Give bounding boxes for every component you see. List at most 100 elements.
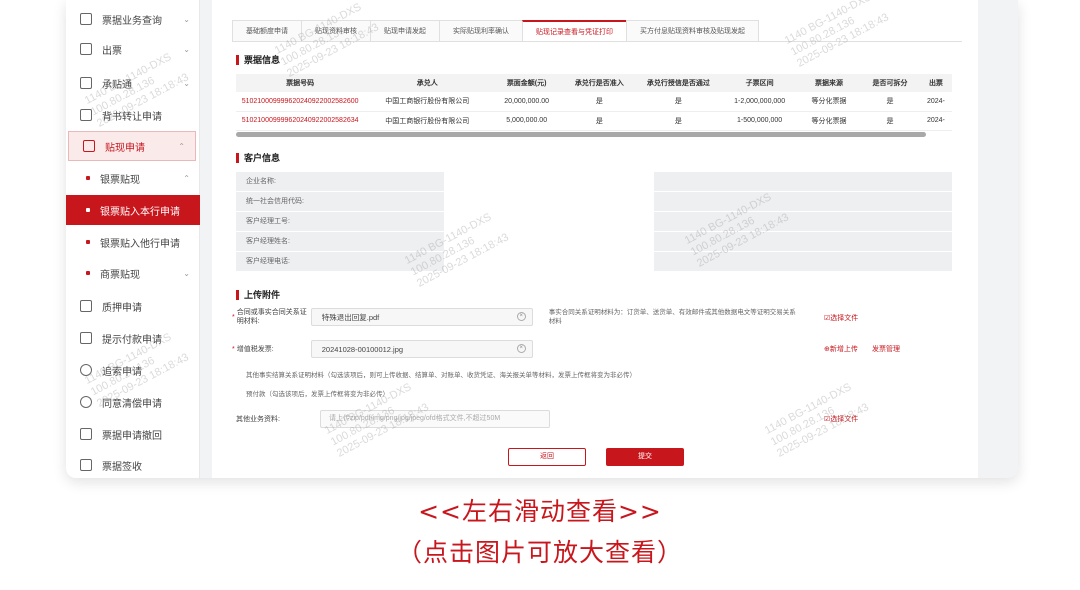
select-file-label: 选择文件 bbox=[830, 416, 859, 423]
sidebar-item-sign[interactable]: 票据签收 bbox=[66, 450, 200, 478]
field-spacer bbox=[654, 232, 952, 251]
table-cell: 中国工商银行股份有限公司 bbox=[364, 111, 491, 131]
sidebar-item-label: 出票 bbox=[102, 45, 122, 57]
contract-file-field[interactable]: 特殊退出回复.pdf × bbox=[310, 308, 533, 326]
sidebar-item-payment-request[interactable]: 提示付款申请 bbox=[66, 323, 200, 353]
sidebar: 票据业务查询 ⌄ 出票 ⌄ 承贴通 ⌄ 背书转让申请 贴现申请 ⌃ 银票贴现 ⌃ 银票贴入… bbox=[66, 0, 200, 478]
manager-phone-value bbox=[444, 252, 654, 271]
sidebar-subitem-bank-bill-discount[interactable]: 银票贴现 ⌃ bbox=[66, 163, 200, 193]
chevron-up-icon: ⌃ bbox=[183, 173, 190, 183]
tab-basic-quota[interactable]: 基础额度申请 bbox=[232, 20, 302, 41]
other-docs-field[interactable]: 请上传zip/pdf/img/png/jpg/jpeg/ofd格式文件,不超过5… bbox=[320, 410, 550, 428]
select-file-label: 选择文件 bbox=[830, 315, 859, 322]
sidebar-item-recourse[interactable]: 追索申请 bbox=[66, 355, 200, 385]
chevron-down-icon: ⌄ bbox=[183, 78, 190, 88]
add-upload-button[interactable]: ⊕新增上传 bbox=[824, 344, 858, 354]
table-header-row: 票据号码 承兑人 票面金额(元) 承兑行是否准入 承兑行授信是否通过 子票区间 … bbox=[236, 74, 952, 92]
manager-id-label: 客户经理工号: bbox=[236, 212, 444, 231]
sidebar-item-label: 提示付款申请 bbox=[102, 334, 162, 346]
bill-table: 票据号码 承兑人 票面金额(元) 承兑行是否准入 承兑行授信是否通过 子票区间 … bbox=[236, 74, 952, 131]
required-mark: * bbox=[232, 345, 235, 353]
payment-icon bbox=[80, 332, 92, 344]
attachments-title: 上传附件 bbox=[236, 290, 280, 300]
required-mark: * bbox=[232, 313, 235, 321]
add-upload-label: 新增上传 bbox=[829, 346, 858, 353]
manager-name-label: 客户经理姓名: bbox=[236, 232, 444, 251]
field-spacer bbox=[654, 252, 952, 271]
chengtietong-icon bbox=[80, 77, 92, 89]
col-acceptor: 承兑人 bbox=[364, 74, 491, 92]
horizontal-scrollbar[interactable] bbox=[236, 132, 926, 137]
sidebar-item-endorse[interactable]: 背书转让申请 bbox=[66, 100, 200, 130]
credit-code-label: 统一社会信用代码: bbox=[236, 192, 444, 211]
bullet-icon bbox=[86, 240, 90, 244]
bill-query-icon bbox=[80, 13, 92, 25]
chevron-down-icon: ⌄ bbox=[183, 44, 190, 54]
remove-file-icon[interactable]: × bbox=[516, 344, 526, 353]
other-docs-row: 其他业务资料: 请上传zip/pdf/img/png/jpg/jpeg/ofd格… bbox=[232, 410, 550, 428]
table-cell: 等分化票据 bbox=[798, 111, 861, 131]
document-icon bbox=[80, 428, 92, 440]
credit-code-value bbox=[444, 192, 654, 211]
table-cell: 等分化票据 bbox=[798, 92, 861, 112]
tab-buyer-interest[interactable]: 买方付息贴现资料审核及贴现发起 bbox=[626, 20, 759, 41]
app-window: 票据业务查询 ⌄ 出票 ⌄ 承贴通 ⌄ 背书转让申请 贴现申请 ⌃ 银票贴现 ⌃ 银票贴入… bbox=[66, 0, 1018, 478]
sidebar-item-issue[interactable]: 出票 ⌄ bbox=[66, 34, 200, 64]
chevron-up-icon: ⌃ bbox=[178, 141, 185, 151]
table-cell: 2024- bbox=[919, 111, 952, 131]
sidebar-item-label: 票据申请撤回 bbox=[102, 430, 162, 442]
sidebar-subitem-bank-bill-in-other[interactable]: 银票贴入他行申请 bbox=[66, 227, 200, 257]
sidebar-item-withdraw[interactable]: 票据申请撤回 bbox=[66, 419, 200, 449]
manager-phone-label: 客户经理电话: bbox=[236, 252, 444, 271]
zoom-caption: （点击图片可放大查看） bbox=[396, 538, 683, 567]
sidebar-subitem-commercial-bill-discount[interactable]: 商票贴现 ⌄ bbox=[66, 258, 200, 288]
contract-upload-row: * 合同或事实合同关系证明材料: 特殊退出回复.pdf × 事实合同关系证明材料为… bbox=[232, 308, 799, 326]
sidebar-subitem-label: 银票贴入本行申请 bbox=[100, 206, 180, 218]
sidebar-item-pledge[interactable]: 质押申请 bbox=[66, 291, 200, 321]
table-row: 510210009999620240922002582634 中国工商银行股份有… bbox=[236, 111, 952, 131]
sidebar-item-chengtietong[interactable]: 承贴通 ⌄ bbox=[66, 68, 200, 98]
col-bank-access: 承兑行是否准入 bbox=[562, 74, 636, 92]
select-file-button-2[interactable]: ☑选择文件 bbox=[824, 414, 858, 424]
sign-icon bbox=[80, 459, 92, 471]
tab-rate-confirm[interactable]: 实际贴现利率确认 bbox=[439, 20, 523, 41]
submit-button[interactable]: 提交 bbox=[606, 448, 684, 466]
tab-discount-apply[interactable]: 贴现申请发起 bbox=[370, 20, 440, 41]
table-cell: 是 bbox=[635, 111, 722, 131]
sidebar-subitem-label: 银票贴现 bbox=[100, 174, 140, 186]
return-button[interactable]: 返回 bbox=[508, 448, 586, 466]
tab-bar: 基础额度申请 贴现资料审核 贴现申请发起 实际贴现利率确认 贴现记录查看与凭证打… bbox=[232, 20, 962, 42]
sidebar-item-label: 贴现申请 bbox=[105, 142, 145, 154]
col-bill-number: 票据号码 bbox=[236, 74, 365, 92]
company-name-value bbox=[444, 172, 654, 191]
field-spacer bbox=[654, 192, 952, 211]
other-settlement-option[interactable]: 其他事实结算关系证明材料（勾选该项后，则可上传收据、结算单、对账单、收货凭证、海… bbox=[246, 371, 636, 380]
prepay-option[interactable]: 预付款（勾选该项后，发票上传框将变为非必传） bbox=[246, 390, 389, 399]
manager-name-value bbox=[444, 232, 654, 251]
remove-file-icon[interactable]: × bbox=[516, 312, 526, 321]
vat-file-field[interactable]: 20241028-00100012.jpg × bbox=[310, 340, 533, 358]
table-cell: 5,000,000.00 bbox=[490, 111, 563, 131]
tab-material-review[interactable]: 贴现资料审核 bbox=[301, 20, 371, 41]
sidebar-item-agree-settle[interactable]: 同意清偿申请 bbox=[66, 387, 200, 417]
pledge-icon bbox=[80, 300, 92, 312]
tab-records-print[interactable]: 贴现记录查看与凭证打印 bbox=[522, 20, 627, 41]
col-issue-date: 出票 bbox=[919, 74, 952, 92]
main-content: 基础额度申请 贴现资料审核 贴现申请发起 实际贴现利率确认 贴现记录查看与凭证打… bbox=[212, 0, 978, 478]
issue-icon bbox=[80, 43, 92, 55]
sidebar-item-label: 质押申请 bbox=[102, 302, 142, 314]
endorse-icon bbox=[80, 109, 92, 121]
field-spacer bbox=[654, 212, 952, 231]
sidebar-item-label: 票据业务查询 bbox=[102, 15, 162, 27]
table-cell: 是 bbox=[562, 92, 636, 112]
bill-number-link[interactable]: 510210009999620240922002582600 bbox=[236, 92, 365, 112]
select-file-button[interactable]: ☑选择文件 bbox=[824, 313, 858, 323]
discount-icon bbox=[83, 140, 95, 152]
bill-number-link[interactable]: 510210009999620240922002582634 bbox=[236, 111, 365, 131]
table-cell: 中国工商银行股份有限公司 bbox=[364, 92, 491, 112]
customer-info-title: 客户信息 bbox=[236, 153, 280, 163]
invoice-manage-link[interactable]: 发票管理 bbox=[872, 344, 900, 354]
sidebar-item-bill-query[interactable]: 票据业务查询 ⌄ bbox=[66, 4, 200, 34]
sidebar-item-discount[interactable]: 贴现申请 ⌃ bbox=[68, 131, 196, 161]
sidebar-subitem-bank-bill-in-own[interactable]: 银票贴入本行申请 bbox=[66, 195, 200, 225]
